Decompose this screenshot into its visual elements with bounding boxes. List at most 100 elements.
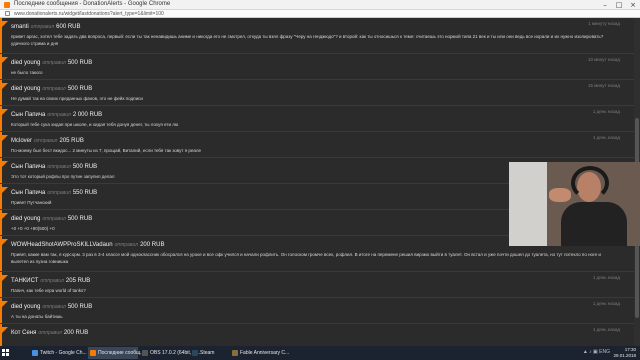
donation-amount: 600 RUB [56, 24, 81, 30]
message-time: 1 день назад [592, 275, 620, 280]
app-icon [32, 350, 38, 356]
donation-badge-icon [1, 239, 8, 246]
message-time: 10 минут назад [587, 57, 620, 62]
message-header: died young отправил 500 RUB [11, 216, 92, 222]
donation-amount: 500 RUB [67, 304, 93, 310]
donation-message: Кот Сеня отправил 200 RUB 1 день назад [0, 324, 634, 346]
donation-amount: 500 RUB [67, 216, 93, 222]
taskbar-app-button[interactable]: Twitch - Google Ch... [30, 347, 87, 359]
message-text: не было такого [11, 70, 43, 75]
message-text: Привет, какие вам так, я курсорм. 3 раз … [11, 252, 601, 264]
donation-action: отправил [114, 242, 139, 248]
donation-action: отправил [38, 330, 62, 336]
url-text[interactable]: www.donationalerts.ru/widget/lastdonatio… [14, 11, 164, 17]
minimize-icon[interactable]: – [598, 0, 612, 10]
donation-action: отправил [47, 164, 71, 170]
donor-name: died young [11, 60, 41, 66]
browser-title-bar: Последние сообщения - DonationAlerts - G… [0, 0, 640, 10]
donation-message: Сын Папича отправил 2 000 RUB 1 день назад К… [0, 106, 634, 132]
message-time: 1 день назад [592, 109, 620, 114]
donation-badge-icon [1, 213, 8, 220]
message-text: Не думай так на своих преданных фанов, э… [11, 96, 143, 101]
taskbar-app-button[interactable]: OBS 17.0.2 (64bit, w... [140, 347, 200, 359]
donation-badge-icon [1, 135, 8, 142]
donation-action: отправил [47, 112, 71, 118]
donation-badge-icon [1, 301, 8, 308]
close-icon[interactable]: × [626, 0, 640, 10]
donation-amount: 500 RUB [67, 86, 93, 92]
windows-start-icon[interactable] [2, 349, 10, 357]
taskbar-app-label: Последние сообщ... [98, 350, 145, 356]
donor-name: died young [11, 216, 41, 222]
message-text: Папич, как тебе игра world of tanks? [11, 288, 86, 293]
donation-amount: 550 RUB [72, 190, 98, 196]
taskbar-app-button[interactable]: Steam [190, 347, 228, 359]
donation-amount: 500 RUB [72, 164, 98, 170]
donationalerts-favicon-icon [4, 2, 10, 8]
maximize-icon[interactable]: □ [612, 0, 626, 10]
donation-message: died young отправил 500 RUB 1 день назад А т… [0, 298, 634, 324]
message-text: Который тебе сука хидая при школе, и хид… [11, 122, 179, 127]
system-tray-icons[interactable]: ▲ ♪ ▣ ENG [583, 349, 610, 355]
taskbar-app-label: Steam [200, 350, 215, 356]
donation-badge-icon [1, 57, 8, 64]
app-icon [142, 350, 148, 356]
message-header: Mclover отправил 205 RUB [11, 138, 84, 144]
message-header: Сын Папича отправил 500 RUB [11, 164, 97, 170]
donor-name: Сын Папича [11, 164, 46, 170]
donation-badge-icon [1, 275, 8, 282]
message-time: 1 минуту назад [588, 21, 620, 26]
donation-action: отправил [42, 60, 66, 66]
donation-action: отправил [42, 216, 66, 222]
message-header: smanti отправил 600 RUB [11, 24, 81, 30]
donation-badge-icon [1, 109, 8, 116]
message-time: 15 минут назад [587, 83, 620, 88]
donation-badge-icon [1, 187, 8, 194]
message-header: ТАНКИСТ отправил 205 RUB [11, 278, 90, 284]
message-header: Сын Папича отправил 2 000 RUB [11, 112, 102, 118]
donation-message: smanti отправил 600 RUB 1 минуту назад приве… [0, 18, 634, 54]
donation-action: отправил [42, 304, 66, 310]
donation-action: отправил [30, 24, 55, 30]
message-time: 1 день назад [592, 301, 620, 306]
window-title: Последние сообщения - DonationAlerts - G… [14, 1, 171, 7]
app-icon [90, 350, 96, 356]
message-text: А ты на донаты байтишь [11, 314, 63, 319]
message-header: died young отправил 500 RUB [11, 60, 92, 66]
donation-message: ТАНКИСТ отправил 205 RUB 1 день назад Папич,… [0, 272, 634, 298]
taskbar-app-label: Twitch - Google Ch... [40, 350, 87, 356]
taskbar-app-button[interactable]: Последние сообщ... [88, 347, 144, 359]
address-bar[interactable]: www.donationalerts.ru/widget/lastdonatio… [0, 10, 640, 18]
donation-badge-icon [1, 327, 8, 334]
donation-badge-icon [1, 83, 8, 90]
message-header: Сын Папича отправил 550 RUB [11, 190, 97, 196]
clock[interactable]: 17:30 29.01.2018 [613, 347, 636, 359]
donor-name: Сын Папича [11, 112, 46, 118]
donation-action: отправил [34, 138, 58, 144]
donation-amount: 200 RUB [63, 330, 89, 336]
donor-name: ТАНКИСТ [11, 278, 39, 284]
message-text: привет аргас, хотел тебе задать два вопр… [11, 34, 604, 46]
message-header: Кот Сеня отправил 200 RUB [11, 330, 88, 336]
donation-action: отправил [42, 86, 66, 92]
donation-action: отправил [47, 190, 71, 196]
message-header: died young отправил 500 RUB [11, 304, 92, 310]
taskbar-app-label: Fable Anniversary C... [240, 350, 290, 356]
donor-name: died young [11, 304, 41, 310]
windows-taskbar: ▲ ♪ ▣ ENG 17:30 29.01.2018 Twitch - Goog… [0, 346, 640, 360]
donation-badge-icon [1, 21, 8, 28]
donor-name: smanti [11, 24, 29, 30]
app-icon [192, 350, 198, 356]
clock-date: 29.01.2018 [613, 353, 636, 358]
donation-amount: 205 RUB [59, 138, 84, 144]
webcam-overlay [509, 162, 640, 246]
taskbar-app-button[interactable]: Fable Anniversary C... [230, 347, 294, 359]
donation-badge-icon [1, 161, 8, 168]
donation-action: отправил [40, 278, 64, 284]
donor-name: died young [11, 86, 41, 92]
donation-message: Mclover отправил 205 RUB 1 день назад По-мое… [0, 132, 634, 158]
headset-icon [571, 166, 609, 200]
donation-amount: 500 RUB [67, 60, 93, 66]
lock-icon [5, 11, 10, 16]
message-time: 1 день назад [592, 135, 620, 140]
